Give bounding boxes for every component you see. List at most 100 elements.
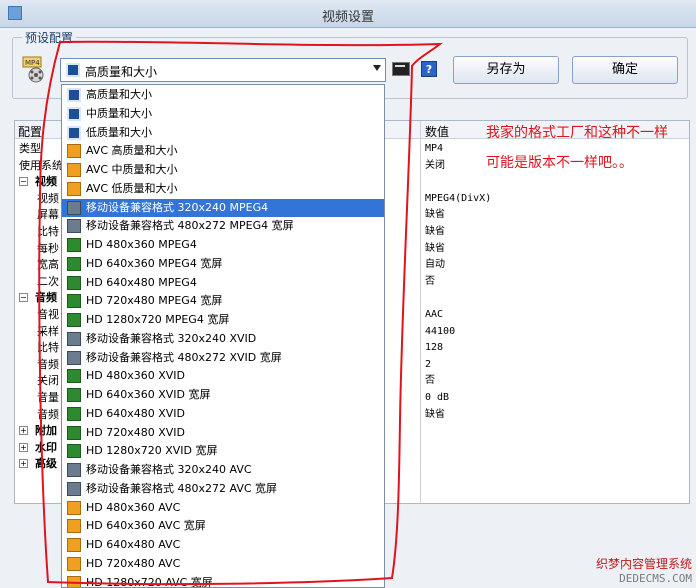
property-value: 否 (425, 275, 435, 287)
save-as-button[interactable]: 另存为 (453, 56, 559, 84)
avc-video-icon (67, 575, 81, 587)
dropdown-option[interactable]: 低质量和大小 (62, 124, 384, 142)
mobile-device-icon (67, 219, 81, 234)
property-name: 音量 (37, 391, 59, 404)
dropdown-option-label: AVC 高质量和大小 (86, 144, 178, 158)
property-value: 缺省 (425, 209, 445, 221)
dropdown-option[interactable]: AVC 中质量和大小 (62, 161, 384, 179)
dropdown-option[interactable]: 高质量和大小 (62, 86, 384, 104)
column-header-value: 数值 (425, 125, 450, 139)
mobile-device-icon (67, 331, 81, 346)
dropdown-option[interactable]: AVC 高质量和大小 (62, 142, 384, 160)
dropdown-option[interactable]: HD 1280x720 XVID 宽屏 (62, 442, 384, 460)
dropdown-option[interactable]: 移动设备兼容格式 320x240 AVC (62, 461, 384, 479)
property-name: 视频 (35, 175, 57, 189)
annotation-line-2: 可能是版本不一样吧。。 (486, 155, 633, 171)
mobile-device-icon (67, 481, 81, 496)
property-name: 比特 (37, 225, 59, 238)
avc-video-icon (67, 144, 81, 159)
dropdown-option[interactable]: HD 1280x720 AVC 宽屏 (62, 574, 384, 588)
dropdown-option[interactable]: 移动设备兼容格式 480x272 XVID 宽屏 (62, 349, 384, 367)
dropdown-option-label: HD 480x360 MPEG4 (86, 238, 197, 251)
hd-video-icon (67, 369, 81, 384)
dropdown-option-label: HD 1280x720 MPEG4 宽屏 (86, 313, 230, 326)
dropdown-option[interactable]: AVC 低质量和大小 (62, 180, 384, 198)
dropdown-option[interactable]: HD 640x480 AVC (62, 536, 384, 554)
dropdown-option[interactable]: HD 720x480 XVID (62, 424, 384, 442)
dropdown-option[interactable]: HD 640x360 MPEG4 宽屏 (62, 255, 384, 273)
property-value: MP4 (425, 143, 444, 154)
dropdown-option[interactable]: HD 480x360 AVC (62, 499, 384, 517)
dropdown-option-label: AVC 中质量和大小 (86, 163, 178, 176)
command-line-icon[interactable] (392, 62, 410, 76)
expand-icon[interactable]: + (19, 459, 28, 469)
property-name: 视频 (37, 191, 59, 205)
preset-group-label: 预设配置 (22, 29, 77, 46)
dropdown-option[interactable]: HD 480x360 MPEG4 (62, 236, 384, 254)
dropdown-option[interactable]: HD 640x360 XVID 宽屏 (62, 386, 384, 404)
quality-icon (66, 63, 80, 77)
quality-icon (67, 125, 81, 140)
dropdown-option-label: HD 1280x720 AVC 宽屏 (86, 575, 213, 588)
property-name: 附加 (35, 424, 57, 438)
dropdown-option-label: HD 640x360 XVID 宽屏 (86, 388, 211, 401)
dropdown-option[interactable]: 移动设备兼容格式 480x272 MPEG4 宽屏 (62, 217, 384, 235)
dropdown-option-label: 移动设备兼容格式 480x272 XVID 宽屏 (86, 350, 282, 364)
dropdown-option[interactable]: HD 640x360 AVC 宽屏 (62, 517, 384, 535)
dropdown-option[interactable]: HD 480x360 XVID (62, 367, 384, 385)
dropdown-option-label: HD 720x480 XVID (86, 425, 186, 439)
mp4-icon-text: MP4 (25, 59, 40, 67)
dropdown-option[interactable]: HD 1280x720 MPEG4 宽屏 (62, 311, 384, 329)
dropdown-option-label: 移动设备兼容格式 320x240 MPEG4 (86, 200, 269, 214)
preset-combobox-value: 高质量和大小 (85, 65, 158, 79)
dropdown-option[interactable]: HD 640x480 MPEG4 (62, 274, 384, 292)
property-value: 44100 (425, 325, 456, 337)
expand-icon[interactable]: + (19, 442, 28, 452)
property-value: AAC (425, 309, 444, 320)
property-name: 比特 (37, 341, 59, 355)
dropdown-option[interactable]: 移动设备兼容格式 320x240 XVID (62, 330, 384, 348)
dropdown-option-label: 移动设备兼容格式 480x272 MPEG4 宽屏 (86, 219, 294, 233)
property-name: 高级 (35, 457, 57, 471)
avc-video-icon (67, 519, 81, 534)
dropdown-option[interactable]: HD 720x480 MPEG4 宽屏 (62, 292, 384, 310)
property-name: 音频 (37, 407, 59, 421)
dropdown-option-label: 高质量和大小 (86, 88, 152, 101)
property-value: 缺省 (425, 226, 445, 237)
dropdown-option-label: HD 1280x720 XVID 宽屏 (86, 444, 218, 458)
title-bar[interactable]: 视频设置 (0, 0, 696, 28)
property-name: 屏幕 (37, 208, 59, 222)
dropdown-option-label: HD 640x480 MPEG4 (86, 275, 197, 289)
preset-dropdown-list[interactable]: 高质量和大小中质量和大小 低质量和大小 AVC 高质量和大小 AVC 中质量和大小 AV… (61, 84, 385, 588)
dropdown-option-label: HD 480x360 XVID (86, 369, 186, 383)
chevron-down-icon[interactable] (373, 65, 381, 71)
dropdown-option[interactable]: HD 720x480 AVC (62, 555, 384, 573)
avc-video-icon (67, 538, 81, 552)
property-name: 音频 (37, 357, 59, 371)
annotation-line-1: 我家的格式工厂和这种不一样 (486, 125, 668, 141)
property-value: 0 dB (425, 392, 450, 403)
hd-video-icon (67, 256, 81, 271)
dropdown-option[interactable]: HD 640x480 XVID (62, 405, 384, 423)
collapse-icon[interactable]: − (19, 293, 28, 303)
dropdown-option[interactable]: 中质量和大小 (62, 105, 384, 123)
property-value: 自动 (425, 259, 445, 271)
mobile-device-icon (67, 463, 81, 477)
dropdown-option-label: HD 640x360 AVC 宽屏 (86, 519, 206, 533)
watermark-line-1: 织梦内容管理系统 (595, 557, 692, 571)
preset-combobox[interactable]: 高质量和大小 (60, 58, 386, 82)
hd-video-icon (67, 275, 81, 290)
dropdown-option[interactable]: 移动设备兼容格式 320x240 MPEG4 (62, 198, 384, 217)
dropdown-option-label: HD 480x360 AVC (86, 500, 181, 514)
collapse-icon[interactable]: − (19, 177, 28, 187)
property-name: 音视 (37, 308, 59, 321)
property-value: 缺省 (425, 242, 445, 254)
avc-video-icon (67, 163, 81, 177)
ok-button[interactable]: 确定 (572, 56, 678, 84)
property-name: 水印 (35, 440, 57, 454)
dropdown-option[interactable]: 移动设备兼容格式 480x272 AVC 宽屏 (62, 480, 384, 498)
help-icon[interactable]: ? (421, 61, 437, 77)
dropdown-option-label: 移动设备兼容格式 320x240 XVID (86, 331, 257, 345)
window-title: 视频设置 (321, 10, 374, 25)
expand-icon[interactable]: + (19, 426, 28, 436)
